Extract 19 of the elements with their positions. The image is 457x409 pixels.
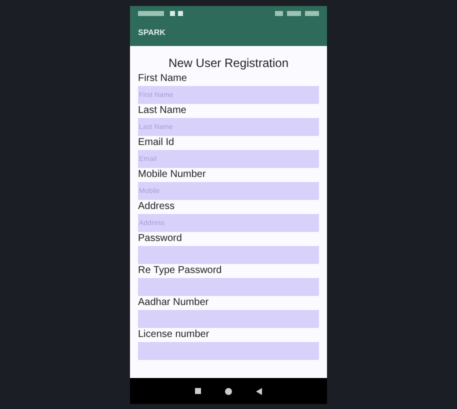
field-label: Aadhar Number bbox=[138, 296, 210, 310]
input-field[interactable] bbox=[138, 310, 319, 328]
field-label: First Name bbox=[138, 72, 188, 86]
input-field[interactable] bbox=[138, 278, 319, 296]
field-label: Mobile Number bbox=[138, 168, 207, 182]
form-title: New User Registration bbox=[167, 55, 290, 71]
recents-icon[interactable] bbox=[195, 388, 201, 394]
field-label: Password bbox=[138, 232, 183, 246]
field-label: Last Name bbox=[138, 104, 188, 118]
field-label: License number bbox=[138, 328, 210, 342]
field-label: Address bbox=[138, 200, 176, 214]
input-field[interactable] bbox=[138, 246, 319, 264]
input-field[interactable] bbox=[138, 342, 319, 360]
field-label: Re Type Password bbox=[138, 264, 223, 278]
field-label: Email Id bbox=[138, 136, 176, 150]
home-icon[interactable] bbox=[225, 388, 232, 394]
back-icon[interactable] bbox=[256, 388, 262, 394]
app-title: SPARK bbox=[138, 27, 166, 39]
signal-battery-icons bbox=[275, 10, 319, 16]
